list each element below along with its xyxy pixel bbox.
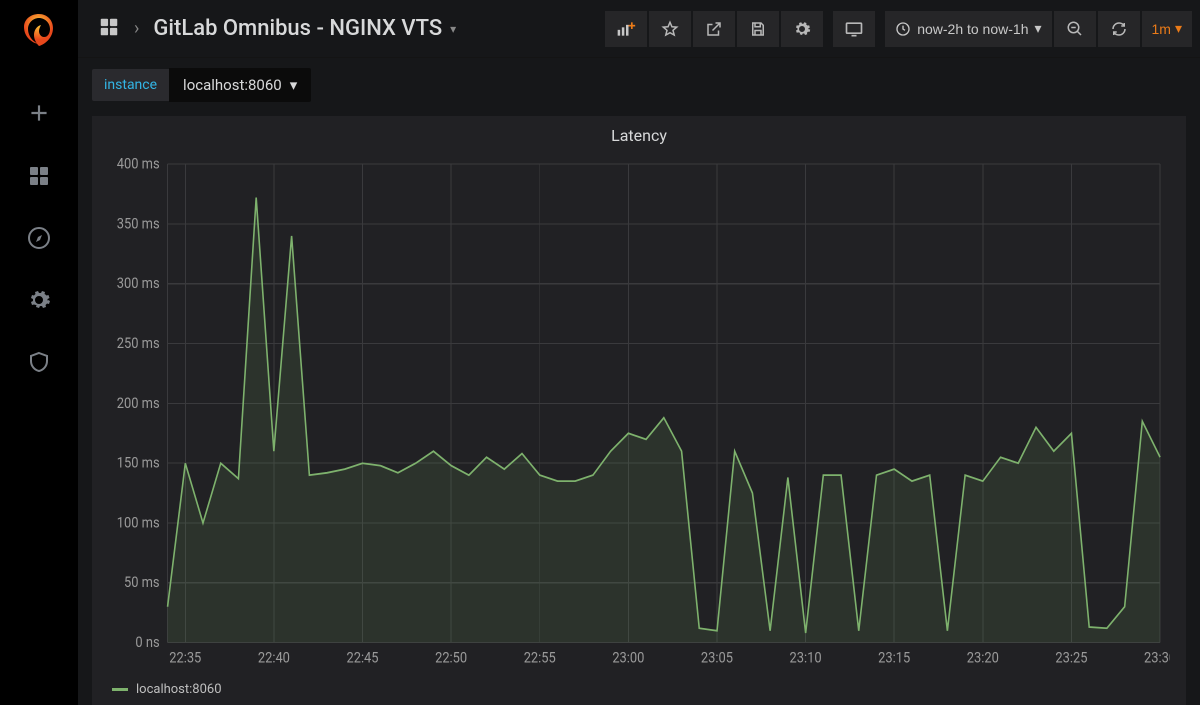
svg-text:350 ms: 350 ms (117, 216, 160, 233)
svg-text:23:15: 23:15 (878, 650, 910, 667)
time-range-text: now-2h to now-1h (917, 21, 1028, 37)
refresh-interval-text: 1m (1152, 21, 1171, 37)
chevron-down-icon: ▾ (290, 76, 298, 94)
dashboard-title[interactable]: GitLab Omnibus - NGINX VTS ▾ (153, 16, 456, 41)
toolbar-group-1 (605, 11, 823, 47)
svg-text:22:45: 22:45 (346, 650, 378, 667)
svg-text:300 ms: 300 ms (117, 276, 160, 293)
svg-text:22:50: 22:50 (435, 650, 467, 667)
svg-text:23:30: 23:30 (1144, 650, 1170, 667)
svg-text:22:55: 22:55 (524, 650, 556, 667)
app-sidebar (0, 0, 78, 705)
grafana-logo-icon[interactable] (22, 12, 56, 52)
svg-text:23:25: 23:25 (1055, 650, 1087, 667)
gear-icon[interactable] (27, 288, 51, 316)
refresh-button[interactable] (1098, 11, 1140, 47)
shield-icon[interactable] (27, 350, 51, 378)
refresh-interval-button[interactable]: 1m ▾ (1142, 11, 1192, 47)
save-button[interactable] (737, 11, 779, 47)
cycle-view-button[interactable] (833, 11, 875, 47)
settings-button[interactable] (781, 11, 823, 47)
time-range-button[interactable]: now-2h to now-1h ▾ (885, 11, 1051, 47)
chevron-down-icon: ▾ (450, 22, 456, 36)
svg-text:0 ns: 0 ns (135, 634, 159, 651)
toolbar-group-time: now-2h to now-1h ▾ 1m ▾ (885, 11, 1192, 47)
latency-panel: Latency 0 ns 50 ms 100 ms 150 ms 200 ms 250 m… (92, 116, 1186, 705)
zoom-out-button[interactable] (1054, 11, 1096, 47)
dashboard-title-text: GitLab Omnibus - NGINX VTS (153, 16, 442, 41)
svg-text:22:40: 22:40 (258, 650, 290, 667)
main-content: › GitLab Omnibus - NGINX VTS ▾ (78, 0, 1200, 705)
chevron-down-icon: ▾ (1175, 20, 1182, 37)
svg-text:100 ms: 100 ms (117, 515, 160, 532)
chart-legend[interactable]: localhost:8060 (108, 676, 1170, 697)
svg-text:22:35: 22:35 (169, 650, 201, 667)
variable-value-text: localhost:8060 (183, 76, 282, 94)
dashboards-icon[interactable] (27, 164, 51, 192)
svg-text:400 ms: 400 ms (117, 156, 160, 173)
add-panel-button[interactable] (605, 11, 647, 47)
variable-value-dropdown[interactable]: localhost:8060 ▾ (169, 68, 311, 102)
svg-text:23:00: 23:00 (612, 650, 644, 667)
topbar: › GitLab Omnibus - NGINX VTS ▾ (78, 0, 1200, 58)
toolbar-group-2 (833, 11, 875, 47)
explore-icon[interactable] (27, 226, 51, 254)
svg-text:250 ms: 250 ms (117, 335, 160, 352)
chart-area[interactable]: 0 ns 50 ms 100 ms 150 ms 200 ms 250 ms 300 ms 3… (108, 153, 1170, 676)
svg-text:23:20: 23:20 (967, 650, 999, 667)
variable-row: instance localhost:8060 ▾ (78, 58, 1200, 112)
svg-text:50 ms: 50 ms (124, 575, 160, 592)
legend-label: localhost:8060 (136, 682, 222, 697)
svg-text:150 ms: 150 ms (117, 455, 160, 472)
chevron-down-icon: ▾ (1034, 20, 1041, 37)
panel-title: Latency (108, 126, 1170, 145)
svg-text:23:05: 23:05 (701, 650, 733, 667)
dashboards-nav-icon[interactable] (98, 16, 120, 42)
svg-text:23:10: 23:10 (790, 650, 822, 667)
share-button[interactable] (693, 11, 735, 47)
svg-text:200 ms: 200 ms (117, 395, 160, 412)
legend-swatch (112, 688, 128, 691)
star-button[interactable] (649, 11, 691, 47)
plus-icon[interactable] (26, 100, 52, 130)
breadcrumb-chevron-icon: › (134, 18, 139, 39)
variable-label: instance (92, 69, 169, 101)
